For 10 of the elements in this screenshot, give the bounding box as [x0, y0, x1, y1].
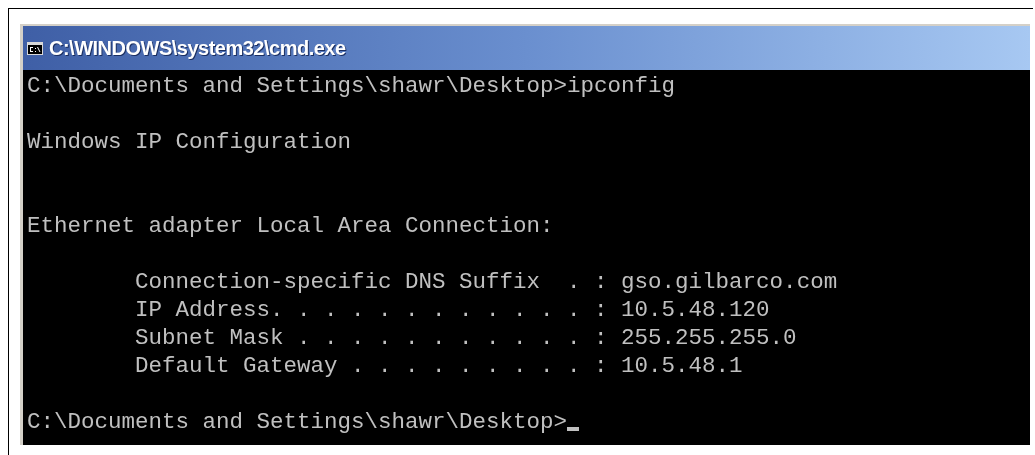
console-line: Connection-specific DNS Suffix . : gso.gilbarco.com [134, 268, 838, 296]
console-line: Ethernet adapter Local Area Connection: [27, 212, 554, 240]
window-title: C:\WINDOWS\system32\cmd.exe [49, 36, 346, 61]
console-line: IP Address. . . . . . . . . . . . : 10.5.48.120 [134, 296, 770, 324]
console-line: Default Gateway . . . . . . . . . : 10.5.48.1 [134, 352, 743, 380]
console-line: Subnet Mask . . . . . . . . . . . : 255.255.255.0 [134, 324, 797, 352]
command-prompt: C:\Documents and Settings\shawr\Desktop> [27, 408, 568, 436]
console-line: C:\Documents and Settings\shawr\Desktop>ipconfig [27, 72, 676, 100]
console-line: Windows IP Configuration [27, 128, 352, 156]
console-icon [27, 41, 43, 55]
